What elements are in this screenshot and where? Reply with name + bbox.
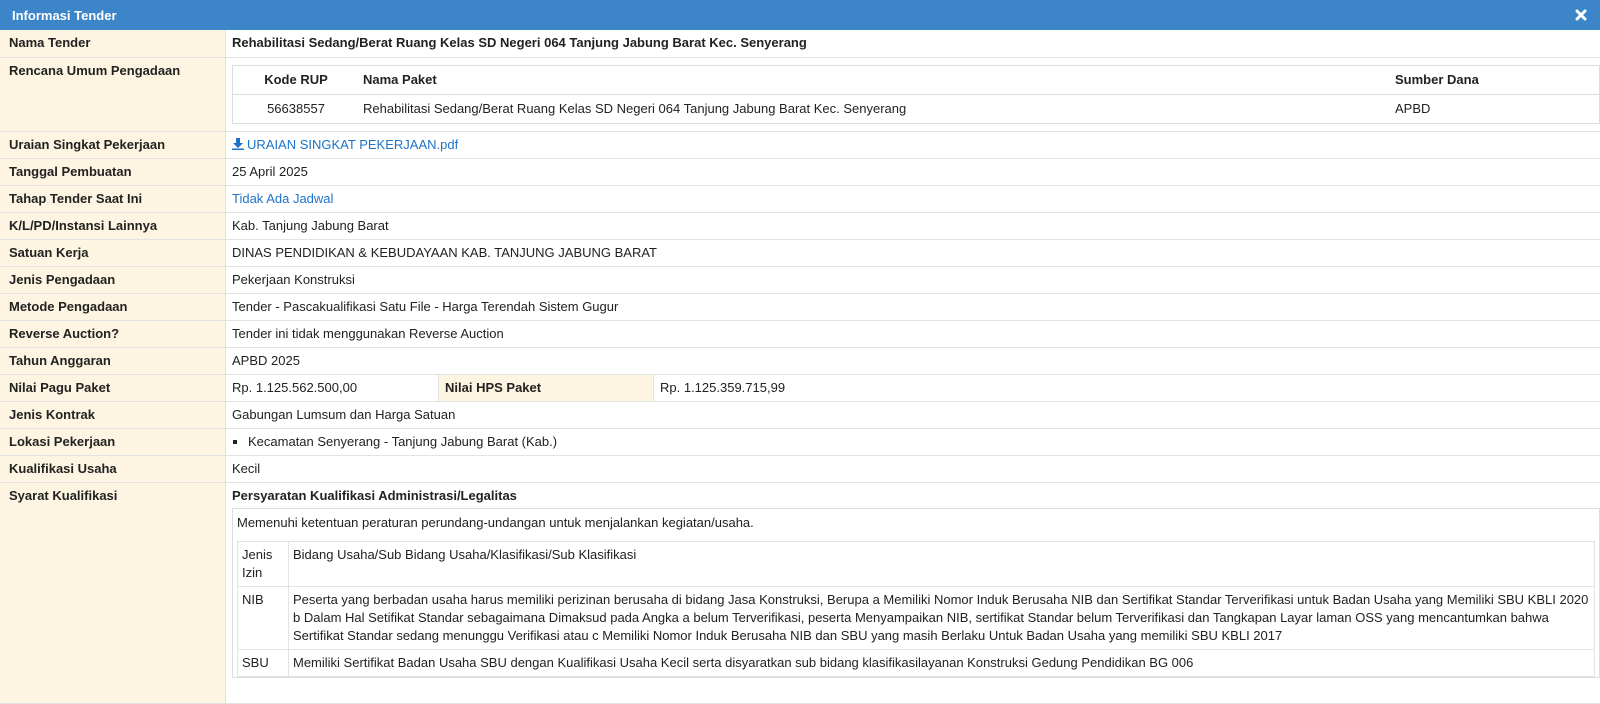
rup-header-row: Kode RUP Nama Paket Sumber Dana — [233, 65, 1600, 94]
row-kualifikasi: Kualifikasi Usaha Kecil — [0, 455, 1600, 482]
izin-key: SBU — [238, 649, 289, 676]
value-nama-tender: Rehabilitasi Sedang/Berat Ruang Kelas SD… — [226, 30, 1600, 57]
row-tahun: Tahun Anggaran APBD 2025 — [0, 347, 1600, 374]
download-icon — [232, 138, 244, 150]
value-tahun: APBD 2025 — [226, 347, 1600, 374]
label-satker: Satuan Kerja — [0, 239, 226, 266]
row-uraian: Uraian Singkat Pekerjaan URAIAN SINGKAT … — [0, 131, 1600, 158]
value-tahap: Tidak Ada Jadwal — [226, 185, 1600, 212]
rup-header-kode: Kode RUP — [233, 65, 360, 94]
row-tahap: Tahap Tender Saat Ini Tidak Ada Jadwal — [0, 185, 1600, 212]
value-syarat: Persyaratan Kualifikasi Administrasi/Leg… — [226, 482, 1600, 703]
value-jenis-pengadaan: Pekerjaan Konstruksi — [226, 266, 1600, 293]
label-kualifikasi: Kualifikasi Usaha — [0, 455, 226, 482]
value-hps: Rp. 1.125.359.715,99 — [654, 375, 791, 401]
label-lokasi: Lokasi Pekerjaan — [0, 428, 226, 455]
value-kualifikasi: Kecil — [226, 455, 1600, 482]
value-pagu-row: Rp. 1.125.562.500,00 Nilai HPS Paket Rp.… — [226, 374, 1600, 401]
value-rup: Kode RUP Nama Paket Sumber Dana 56638557… — [226, 57, 1600, 131]
row-rup: Rencana Umum Pengadaan Kode RUP Nama Pak… — [0, 57, 1600, 131]
label-klpd: K/L/PD/Instansi Lainnya — [0, 212, 226, 239]
row-jenis-pengadaan: Jenis Pengadaan Pekerjaan Konstruksi — [0, 266, 1600, 293]
rup-header-sumber: Sumber Dana — [1391, 65, 1600, 94]
tahap-link[interactable]: Tidak Ada Jadwal — [232, 191, 333, 206]
row-syarat: Syarat Kualifikasi Persyaratan Kualifika… — [0, 482, 1600, 703]
uraian-link-text: URAIAN SINGKAT PEKERJAAN.pdf — [247, 137, 458, 152]
rup-cell-sumber: APBD — [1391, 94, 1600, 123]
label-reverse: Reverse Auction? — [0, 320, 226, 347]
label-tanggal: Tanggal Pembuatan — [0, 158, 226, 185]
label-uraian: Uraian Singkat Pekerjaan — [0, 131, 226, 158]
tender-info-panel: Nama Tender Rehabilitasi Sedang/Berat Ru… — [0, 30, 1600, 704]
value-reverse: Tender ini tidak menggunakan Reverse Auc… — [226, 320, 1600, 347]
value-metode: Tender - Pascakualifikasi Satu File - Ha… — [226, 293, 1600, 320]
tender-info-table: Nama Tender Rehabilitasi Sedang/Berat Ru… — [0, 30, 1600, 704]
row-lokasi: Lokasi Pekerjaan Kecamatan Senyerang - T… — [0, 428, 1600, 455]
label-hps: Nilai HPS Paket — [438, 375, 654, 401]
list-item: Kecamatan Senyerang - Tanjung Jabung Bar… — [248, 434, 1594, 450]
rup-cell-nama: Rehabilitasi Sedang/Berat Ruang Kelas SD… — [359, 94, 1391, 123]
label-pagu: Nilai Pagu Paket — [0, 374, 226, 401]
label-nama-tender: Nama Tender — [0, 30, 226, 57]
value-lokasi: Kecamatan Senyerang - Tanjung Jabung Bar… — [226, 428, 1600, 455]
izin-table: Jenis Izin Bidang Usaha/Sub Bidang Usaha… — [237, 541, 1595, 677]
value-uraian: URAIAN SINGKAT PEKERJAAN.pdf — [226, 131, 1600, 158]
value-tanggal: 25 April 2025 — [226, 158, 1600, 185]
syarat-title: Persyaratan Kualifikasi Administrasi/Leg… — [232, 488, 1600, 504]
label-rup: Rencana Umum Pengadaan — [0, 57, 226, 131]
row-metode: Metode Pengadaan Tender - Pascakualifika… — [0, 293, 1600, 320]
row-reverse: Reverse Auction? Tender ini tidak menggu… — [0, 320, 1600, 347]
value-satker: DINAS PENDIDIKAN & KEBUDAYAAN KAB. TANJU… — [226, 239, 1600, 266]
label-syarat: Syarat Kualifikasi — [0, 482, 226, 703]
lokasi-list: Kecamatan Senyerang - Tanjung Jabung Bar… — [232, 434, 1594, 450]
row-nama-tender: Nama Tender Rehabilitasi Sedang/Berat Ru… — [0, 30, 1600, 57]
label-tahun: Tahun Anggaran — [0, 347, 226, 374]
rup-header-nama: Nama Paket — [359, 65, 1391, 94]
syarat-intro: Memenuhi ketentuan peraturan perundang-u… — [237, 515, 1595, 531]
izin-value: Peserta yang berbadan usaha harus memili… — [289, 586, 1595, 649]
table-row: Jenis Izin Bidang Usaha/Sub Bidang Usaha… — [238, 541, 1595, 586]
table-row: NIB Peserta yang berbadan usaha harus me… — [238, 586, 1595, 649]
row-satker: Satuan Kerja DINAS PENDIDIKAN & KEBUDAYA… — [0, 239, 1600, 266]
row-tanggal: Tanggal Pembuatan 25 April 2025 — [0, 158, 1600, 185]
rup-table: Kode RUP Nama Paket Sumber Dana 56638557… — [232, 65, 1600, 124]
label-tahap: Tahap Tender Saat Ini — [0, 185, 226, 212]
window-titlebar: Informasi Tender — [0, 0, 1600, 30]
value-pagu: Rp. 1.125.562.500,00 — [226, 375, 438, 401]
value-klpd: Kab. Tanjung Jabung Barat — [226, 212, 1600, 239]
window-title: Informasi Tender — [12, 8, 117, 23]
izin-value: Bidang Usaha/Sub Bidang Usaha/Klasifikas… — [289, 541, 1595, 586]
value-kontrak: Gabungan Lumsum dan Harga Satuan — [226, 401, 1600, 428]
label-kontrak: Jenis Kontrak — [0, 401, 226, 428]
izin-key: Jenis Izin — [238, 541, 289, 586]
table-row: 56638557 Rehabilitasi Sedang/Berat Ruang… — [233, 94, 1600, 123]
row-kontrak: Jenis Kontrak Gabungan Lumsum dan Harga … — [0, 401, 1600, 428]
rup-cell-kode: 56638557 — [233, 94, 360, 123]
uraian-download-link[interactable]: URAIAN SINGKAT PEKERJAAN.pdf — [232, 137, 458, 152]
label-jenis-pengadaan: Jenis Pengadaan — [0, 266, 226, 293]
table-row: SBU Memiliki Sertifikat Badan Usaha SBU … — [238, 649, 1595, 676]
row-pagu: Nilai Pagu Paket Rp. 1.125.562.500,00 Ni… — [0, 374, 1600, 401]
izin-value: Memiliki Sertifikat Badan Usaha SBU deng… — [289, 649, 1595, 676]
close-icon[interactable] — [1574, 8, 1588, 22]
row-klpd: K/L/PD/Instansi Lainnya Kab. Tanjung Jab… — [0, 212, 1600, 239]
izin-key: NIB — [238, 586, 289, 649]
label-metode: Metode Pengadaan — [0, 293, 226, 320]
syarat-box: Memenuhi ketentuan peraturan perundang-u… — [232, 508, 1600, 678]
